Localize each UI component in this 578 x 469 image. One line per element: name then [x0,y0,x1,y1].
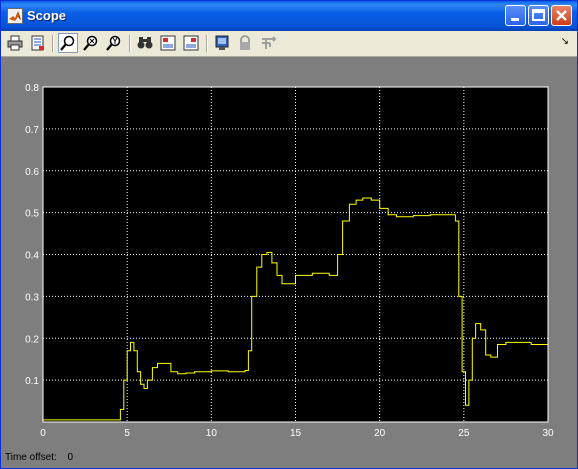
x-tick-label: 25 [458,428,470,439]
matlab-logo-icon [7,8,23,24]
y-tick-label: 0.1 [25,376,39,387]
print-icon [7,35,23,51]
x-tick-label: 10 [206,428,218,439]
print-button[interactable] [5,33,25,53]
zoom-x-button[interactable] [81,33,101,53]
window-title: Scope [27,8,67,23]
minimize-icon [511,18,519,21]
signal-selector-button[interactable] [258,33,278,53]
y-tick-label: 0.5 [25,209,39,220]
parameters-button[interactable] [28,33,48,53]
y-tick-label: 0.2 [25,334,39,345]
maximize-button[interactable] [528,5,549,26]
title-bar[interactable]: Scope [1,1,577,31]
floating-scope-icon [215,35,229,50]
maximize-icon [532,9,545,21]
scope-window: Scope ↘ 0 5 10 15 20 25 30 0.1 0.2 0.3 0… [0,0,578,469]
x-tick-label: 0 [40,428,46,439]
y-tick-label: 0.3 [25,292,39,303]
status-bar: Time offset: 0 [5,452,81,463]
y-tick-label: 0.7 [25,125,39,136]
toolbar-separator [206,35,208,52]
scope-chart[interactable]: 0 5 10 15 20 25 30 0.1 0.2 0.3 0.4 0.5 0.6 0.7 0.8 [1,57,577,449]
zoom-y-icon [106,35,121,51]
save-axes-button[interactable] [158,33,178,53]
time-offset-label: Time offset: [5,452,57,463]
parameters-icon [31,35,44,51]
save-axes-icon [160,35,176,51]
minimize-button[interactable] [505,5,526,26]
x-tick-label: 5 [124,428,130,439]
lock-axes-button[interactable] [235,33,255,53]
signal-selector-icon [262,36,276,49]
close-icon [556,10,567,21]
x-tick-label: 20 [374,428,386,439]
x-tick-label: 15 [290,428,302,439]
y-tick-label: 0.6 [25,167,39,178]
y-tick-label: 0.8 [25,83,39,94]
toolbar-separator [52,35,54,52]
zoom-y-button[interactable] [104,33,124,53]
toolbar: ↘ [1,31,577,57]
zoom-x-icon [83,35,98,51]
y-tick-label: 0.4 [25,251,39,262]
autoscale-icon [137,37,153,49]
close-button[interactable] [551,5,572,26]
autoscale-button[interactable] [135,33,155,53]
zoom-icon [60,35,75,51]
floating-scope-button[interactable] [212,33,232,53]
restore-axes-icon [183,35,199,51]
scope-plot-area: 0 5 10 15 20 25 30 0.1 0.2 0.3 0.4 0.5 0.6 0.7 0.8 [1,57,577,449]
zoom-button[interactable] [58,33,78,53]
lock-axes-icon [240,35,250,50]
toolbar-overflow-icon[interactable]: ↘ [561,36,569,47]
restore-axes-button[interactable] [181,33,201,53]
toolbar-separator [129,35,131,52]
time-offset-value: 0 [67,452,74,463]
x-tick-label: 30 [542,428,554,439]
